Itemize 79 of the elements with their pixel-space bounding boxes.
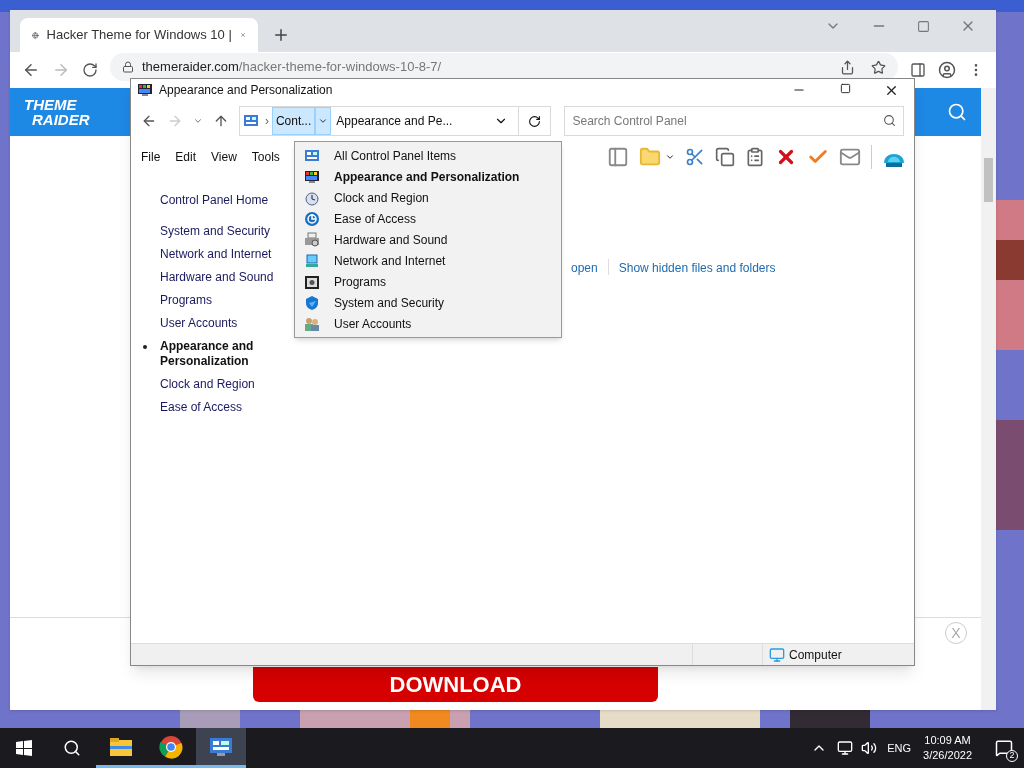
tab-title: Hacker Theme for Windows 10 |: [46, 26, 232, 45]
nav-link[interactable]: Clock and Region: [160, 377, 331, 392]
program-box-icon: [304, 273, 320, 290]
caret-icon: [318, 116, 329, 126]
menu-item[interactable]: View: [211, 148, 237, 166]
back-icon[interactable]: [22, 61, 40, 79]
search-icon: [63, 739, 81, 757]
search-icon[interactable]: [947, 102, 967, 122]
cut-icon[interactable]: [685, 147, 705, 167]
refresh-icon: [527, 114, 541, 128]
network-icon[interactable]: [837, 740, 854, 756]
menu-item[interactable]: Appearance and Personalization: [295, 166, 561, 187]
lock-icon: [122, 61, 134, 73]
caret-icon[interactable]: [665, 152, 675, 162]
menu-item[interactable]: System and Security: [295, 292, 561, 313]
maximize-icon[interactable]: [917, 19, 930, 33]
download-button[interactable]: DOWNLOAD: [253, 667, 658, 702]
folder-icon: [109, 736, 133, 757]
menu-item[interactable]: Network and Internet: [295, 250, 561, 271]
new-tab-icon[interactable]: [272, 26, 290, 44]
nav-link[interactable]: Appearance and Personalization: [160, 339, 331, 369]
computer-icon: [769, 646, 785, 663]
notification-icon: [995, 739, 1013, 757]
reload-icon[interactable]: [82, 62, 98, 78]
menu-item[interactable]: All Control Panel Items: [295, 145, 561, 166]
link[interactable]: open: [571, 259, 598, 277]
profile-icon[interactable]: [938, 61, 956, 79]
clock[interactable]: 10:09 AM 3/26/2022: [923, 733, 972, 763]
window-title: Appearance and Personalization: [159, 82, 333, 99]
address-bar[interactable]: themeraider.com/hacker-theme-for-windows-10-8-7/: [110, 53, 898, 81]
menu-item[interactable]: Clock and Region: [295, 187, 561, 208]
notification-button[interactable]: 2: [984, 728, 1024, 768]
control-panel-icon: [209, 736, 233, 757]
language-indicator[interactable]: ENG: [887, 739, 912, 757]
breadcrumb-segment[interactable]: Appearance and Pe...: [331, 112, 458, 130]
star-icon[interactable]: [871, 59, 886, 75]
control-panel-icon: [242, 113, 259, 129]
menu-item[interactable]: File: [141, 148, 161, 166]
url-text: themeraider.com/hacker-theme-for-windows-10-8-7/: [142, 58, 442, 77]
nav-link[interactable]: Ease of Access: [160, 400, 331, 415]
maximize-icon[interactable]: [839, 82, 851, 94]
address-bar[interactable]: › Cont... Appearance and Pe...: [238, 106, 551, 136]
recent-icon[interactable]: [192, 116, 203, 126]
link[interactable]: Show hidden files and folders: [618, 259, 776, 277]
printer-icon: [304, 231, 320, 248]
accessibility-icon: [304, 210, 320, 227]
search-field[interactable]: Search Control Panel: [563, 106, 904, 136]
browser-tab[interactable]: Hacker Theme for Windows 10 |: [20, 18, 258, 52]
menu-item[interactable]: Programs: [295, 271, 561, 292]
copy-icon[interactable]: [715, 147, 735, 167]
bullet-icon: [143, 345, 147, 349]
palette-screen-icon: [304, 168, 320, 185]
windows-icon: [16, 740, 32, 756]
back-icon[interactable]: [141, 113, 157, 129]
palette-screen-icon: [137, 82, 153, 98]
breadcrumb-segment[interactable]: Cont...: [271, 107, 316, 135]
breadcrumb-separator: ›: [263, 113, 270, 130]
search-icon: [883, 114, 896, 127]
menu-item[interactable]: Ease of Access: [295, 208, 561, 229]
shield-icon: [304, 294, 320, 311]
menu-item[interactable]: Hardware and Sound: [295, 229, 561, 250]
menu-item[interactable]: Edit: [175, 148, 197, 166]
status-item: Computer: [762, 644, 914, 665]
menu-item[interactable]: User Accounts: [295, 313, 561, 334]
taskbar-app-button[interactable]: [196, 728, 246, 768]
browser-icon: [159, 734, 183, 759]
layout-pane-icon[interactable]: [607, 146, 629, 168]
paste-icon[interactable]: [745, 147, 765, 167]
share-icon[interactable]: [840, 59, 855, 75]
volume-icon[interactable]: [861, 740, 878, 756]
users-icon: [304, 315, 320, 332]
site-logo[interactable]: THEME RAIDER: [24, 97, 90, 127]
clock-icon: [304, 189, 320, 206]
network-icon: [304, 252, 320, 269]
properties-icon[interactable]: [839, 146, 861, 168]
scrollbar[interactable]: [981, 88, 996, 710]
side-panel-icon[interactable]: [910, 62, 926, 78]
menu-item[interactable]: Tools: [251, 148, 280, 166]
control-panel-icon: [304, 147, 320, 164]
